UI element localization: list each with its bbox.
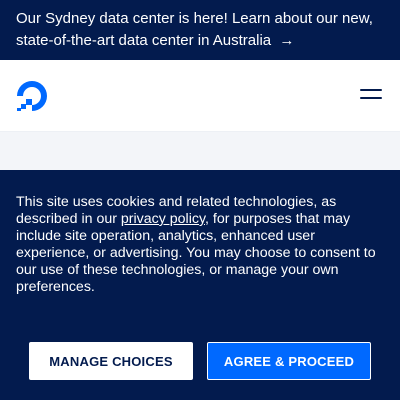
manage-choices-button[interactable]: MANAGE CHOICES xyxy=(29,342,193,380)
announcement-banner[interactable]: Our Sydney data center is here! Learn ab… xyxy=(0,0,400,60)
cookie-consent-banner: This site uses cookies and related techn… xyxy=(0,170,400,400)
page-content-strip xyxy=(0,132,400,170)
privacy-policy-link[interactable]: privacy policy xyxy=(121,211,205,227)
announcement-text[interactable]: Our Sydney data center is here! Learn ab… xyxy=(16,10,373,49)
agree-proceed-button[interactable]: AGREE & PROCEED xyxy=(207,342,371,380)
navbar xyxy=(0,60,400,132)
arrow-right-icon: → xyxy=(279,32,295,49)
digitalocean-logo-icon[interactable] xyxy=(16,80,48,112)
cookie-message: This site uses cookies and related techn… xyxy=(16,194,386,296)
hamburger-menu-icon[interactable] xyxy=(358,86,384,106)
